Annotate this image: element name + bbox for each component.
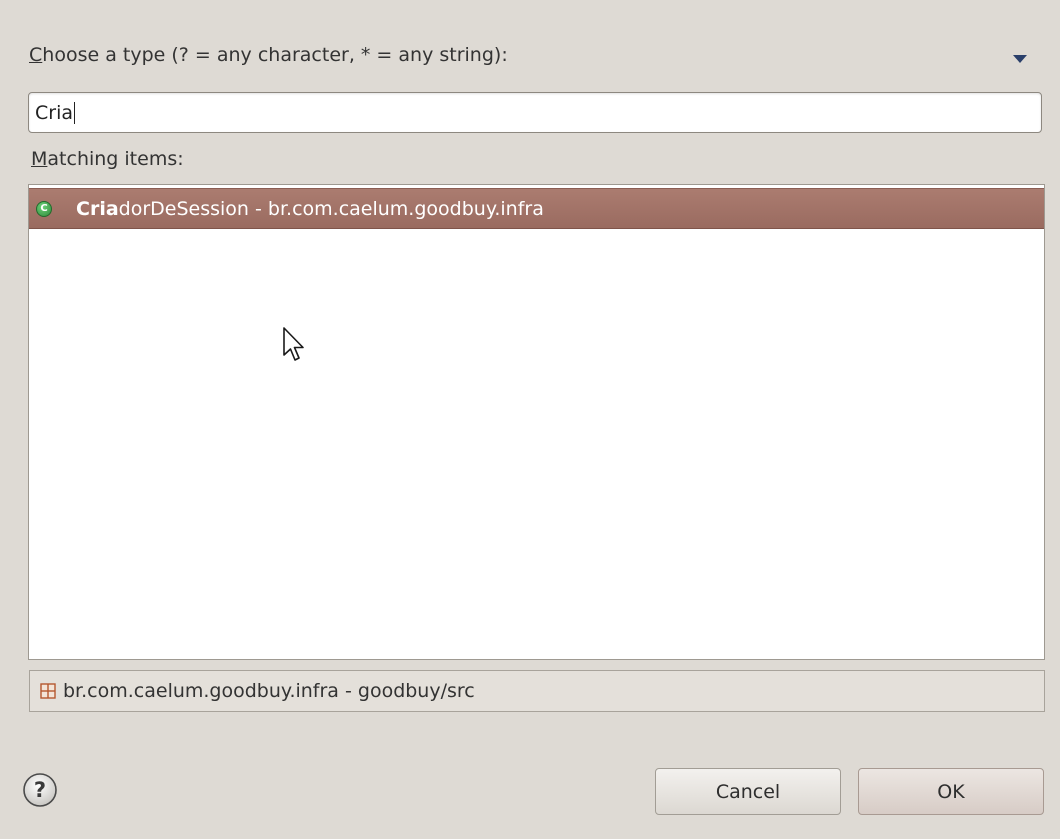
help-icon[interactable]: ? bbox=[22, 772, 58, 808]
details-text: br.com.caelum.goodbuy.infra - goodbuy/sr… bbox=[63, 680, 475, 702]
details-panel: br.com.caelum.goodbuy.infra - goodbuy/sr… bbox=[29, 670, 1045, 712]
ok-button[interactable]: OK bbox=[858, 768, 1044, 815]
text-caret bbox=[74, 101, 75, 124]
mouse-pointer-icon bbox=[283, 327, 304, 361]
class-icon: C bbox=[36, 200, 52, 217]
prompt-text: hoose a type (? = any character, * = any… bbox=[42, 44, 508, 66]
view-menu-chevron-down-icon[interactable] bbox=[1013, 55, 1027, 63]
prompt-mnemonic: C bbox=[29, 44, 43, 66]
filter-input-value: Cria bbox=[35, 101, 73, 124]
item-name-rest: dorDeSession bbox=[118, 197, 249, 220]
matching-items-list[interactable]: C Cria dorDeSession - br.com.caelum.goodb… bbox=[28, 184, 1045, 660]
cancel-button[interactable]: Cancel bbox=[655, 768, 841, 815]
matching-items-label: Matching items: bbox=[31, 148, 184, 170]
svg-text:?: ? bbox=[34, 778, 46, 802]
package-icon bbox=[40, 683, 56, 699]
matching-mnemonic: M bbox=[31, 148, 48, 170]
matching-text: atching items: bbox=[47, 148, 184, 170]
item-match-text: Cria bbox=[76, 197, 119, 220]
item-package: br.com.caelum.goodbuy.infra bbox=[267, 197, 544, 220]
type-filter-input[interactable]: Cria bbox=[28, 92, 1042, 133]
type-prompt-label: Choose a type (? = any character, * = an… bbox=[29, 44, 508, 66]
list-item[interactable]: C Cria dorDeSession - br.com.caelum.goodb… bbox=[29, 188, 1044, 229]
item-separator: - bbox=[248, 197, 268, 220]
